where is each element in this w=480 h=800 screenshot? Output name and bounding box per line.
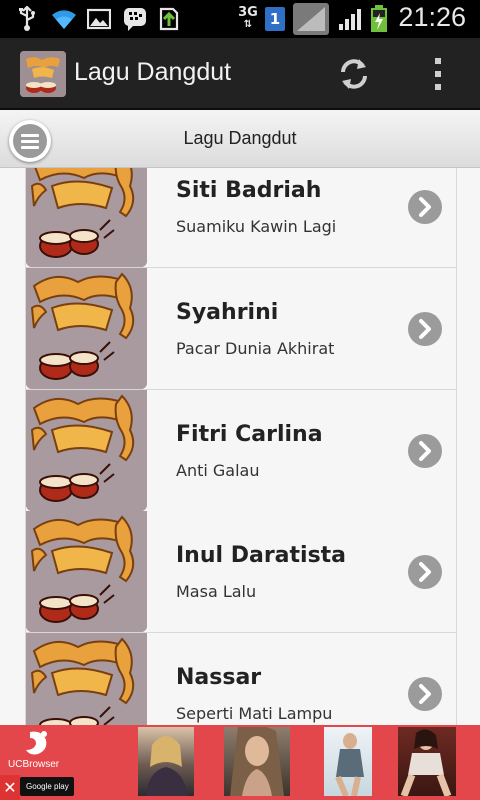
refresh-icon bbox=[341, 59, 367, 89]
list-item[interactable]: Nassar Seperti Mati Lampu bbox=[25, 633, 457, 725]
dangdut-thumbnail-icon bbox=[26, 268, 147, 389]
song-title: Seperti Mati Lampu bbox=[176, 704, 333, 723]
song-title: Suamiku Kawin Lagi bbox=[176, 217, 337, 236]
song-list: Siti Badriah Suamiku Kawin Lagi Syahrini… bbox=[25, 168, 457, 725]
dangdut-thumbnail-icon bbox=[26, 633, 147, 725]
sub-header: Lagu Dangdut bbox=[0, 110, 480, 168]
action-bar: Lagu Dangdut bbox=[0, 38, 480, 110]
cell-signal-icon bbox=[338, 6, 364, 32]
artist-name: Inul Daratista bbox=[176, 543, 347, 568]
chevron-right-icon[interactable] bbox=[408, 312, 442, 346]
battery-icon bbox=[368, 5, 390, 32]
ad-banner[interactable]: UCBrowser Google play ✕ bbox=[0, 725, 480, 800]
bbm-icon bbox=[122, 6, 148, 32]
chevron-right-icon[interactable] bbox=[408, 677, 442, 711]
ad-photo bbox=[138, 727, 194, 796]
download-icon bbox=[156, 6, 184, 32]
app-logo-icon bbox=[20, 51, 66, 97]
usb-icon bbox=[14, 6, 40, 32]
sim-icon: 1 bbox=[264, 6, 286, 32]
google-play-badge[interactable]: Google play bbox=[20, 777, 74, 796]
dangdut-thumbnail-icon bbox=[26, 168, 147, 267]
sub-header-title: Lagu Dangdut bbox=[183, 128, 297, 148]
chevron-right-icon[interactable] bbox=[408, 190, 442, 224]
dangdut-thumbnail-icon bbox=[26, 390, 147, 511]
network-type-icon: 3G ⇅ bbox=[238, 5, 258, 30]
artist-name: Nassar bbox=[176, 665, 262, 690]
ad-photo bbox=[324, 727, 372, 796]
more-vert-icon bbox=[435, 58, 441, 90]
status-bar: 3G ⇅ 1 21:26 bbox=[0, 0, 480, 38]
dangdut-thumbnail-icon bbox=[26, 511, 147, 632]
chevron-right-icon[interactable] bbox=[408, 434, 442, 468]
song-title: Anti Galau bbox=[176, 461, 260, 480]
ad-brand: UCBrowser bbox=[8, 759, 60, 770]
artist-name: Fitri Carlina bbox=[176, 422, 323, 447]
list-item[interactable]: Syahrini Pacar Dunia Akhirat bbox=[25, 268, 457, 390]
list-item[interactable]: Inul Daratista Masa Lalu bbox=[25, 511, 457, 633]
overflow-menu-button[interactable] bbox=[416, 52, 460, 96]
refresh-button[interactable] bbox=[332, 52, 376, 96]
wifi-icon bbox=[50, 6, 78, 32]
status-clock: 21:26 bbox=[398, 2, 466, 32]
list-item[interactable]: Fitri Carlina Anti Galau bbox=[25, 390, 457, 512]
chevron-right-icon[interactable] bbox=[408, 555, 442, 589]
artist-name: Siti Badriah bbox=[176, 178, 322, 203]
signal-icon bbox=[292, 3, 330, 35]
ad-photo bbox=[224, 727, 290, 796]
song-title: Pacar Dunia Akhirat bbox=[176, 339, 335, 358]
ad-photo bbox=[398, 727, 456, 796]
ad-close-button[interactable]: ✕ bbox=[0, 775, 20, 800]
app-title: Lagu Dangdut bbox=[74, 58, 232, 86]
artist-name: Syahrini bbox=[176, 300, 279, 325]
song-title: Masa Lalu bbox=[176, 582, 257, 601]
list-item[interactable]: Siti Badriah Suamiku Kawin Lagi bbox=[25, 168, 457, 268]
image-icon bbox=[86, 6, 112, 32]
